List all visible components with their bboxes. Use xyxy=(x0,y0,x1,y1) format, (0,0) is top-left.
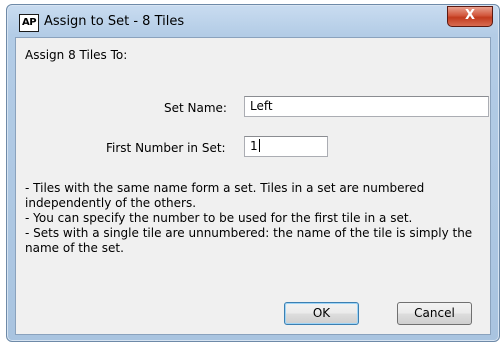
set-name-input[interactable]: Left xyxy=(244,96,489,117)
cancel-button[interactable]: Cancel xyxy=(397,302,472,325)
app-logo-icon: AP xyxy=(19,14,39,32)
help-line: - Tiles with the same name form a set. T… xyxy=(25,181,425,210)
help-line: - You can specify the number to be used … xyxy=(25,211,413,225)
dialog-body: Assign 8 Tiles To: Set Name: Left First … xyxy=(15,37,491,335)
set-name-label: Set Name: xyxy=(164,101,227,115)
assign-heading: Assign 8 Tiles To: xyxy=(25,48,128,62)
first-number-input[interactable]: 1 xyxy=(244,136,328,157)
first-number-label: First Number in Set: xyxy=(106,141,226,155)
close-icon: X xyxy=(464,8,476,23)
help-line: - Sets with a single tile are unnumbered… xyxy=(25,226,473,255)
window-title: Assign to Set - 8 Tiles xyxy=(44,14,185,29)
title-bar[interactable]: AP Assign to Set - 8 Tiles X xyxy=(7,5,499,37)
ok-button[interactable]: OK xyxy=(284,302,359,325)
close-button[interactable]: X xyxy=(447,6,493,27)
dialog-window: AP Assign to Set - 8 Tiles X Assign 8 Ti… xyxy=(6,4,500,342)
help-text: - Tiles with the same name form a set. T… xyxy=(25,181,485,256)
